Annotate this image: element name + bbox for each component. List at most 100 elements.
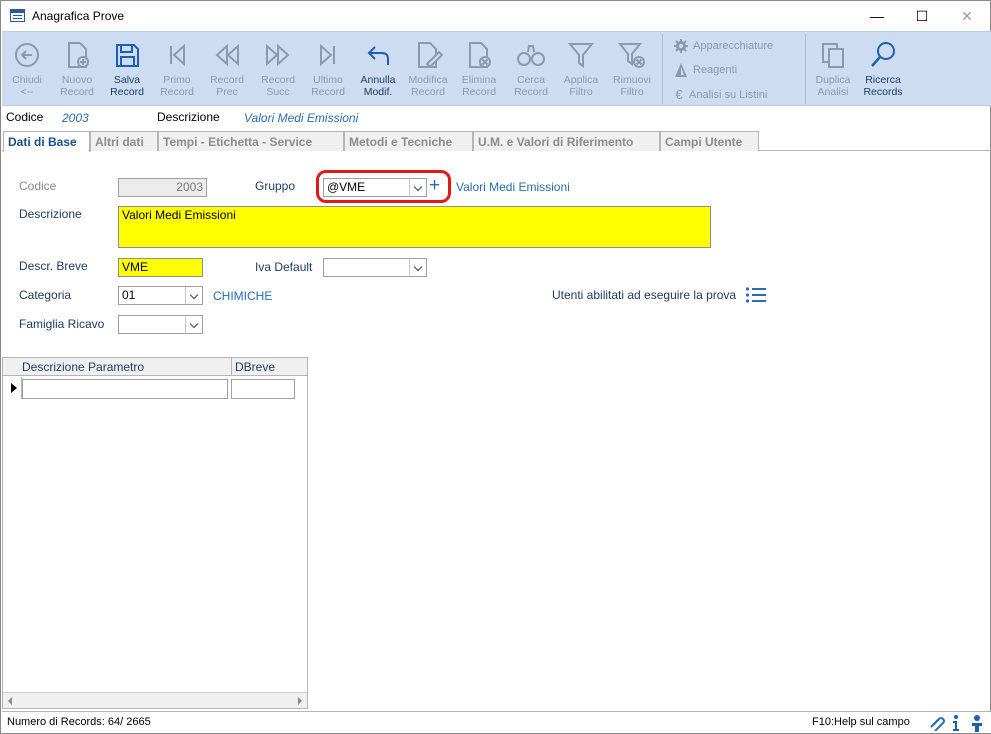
next-record-line1: Record (261, 74, 295, 86)
list-icon[interactable] (745, 286, 767, 304)
prev-record-line2: Prec (216, 86, 238, 98)
form-icon (10, 9, 25, 22)
revenue-family-combo[interactable] (118, 315, 203, 334)
parameter-description-cell[interactable] (22, 379, 228, 399)
euro-icon: € (675, 87, 683, 102)
remove-filter-line2: Filtro (620, 86, 644, 98)
delete-record-button[interactable]: Elimina Record (454, 40, 504, 102)
record-header: Codice 2003 Descrizione Valori Medi Emis… (6, 110, 986, 128)
remove-filter-button[interactable]: Rimuovi Filtro (607, 40, 657, 102)
group-description: Valori Medi Emissioni (456, 180, 570, 194)
binoculars-icon (517, 45, 545, 66)
delete-record-icon (469, 42, 491, 68)
new-record-line1: Nuovo (61, 74, 93, 86)
toolbar-separator (662, 34, 663, 104)
close-back-line2: <-- (20, 86, 34, 98)
chevron-down-icon[interactable] (185, 316, 202, 333)
tab-strip: Dati di Base Altri dati Tempi - Etichett… (2, 131, 991, 152)
category-combo[interactable]: 01 (118, 286, 203, 305)
description-label: Descrizione (19, 207, 82, 221)
records-count: Numero di Records: 64/ 2665 (7, 716, 151, 728)
enabled-users-label[interactable]: Utenti abilitati ad eseguire la prova (552, 288, 736, 302)
first-record-icon (170, 43, 185, 67)
last-record-button[interactable]: Ultimo Record (303, 40, 353, 102)
grid-header: Descrizione Parametro DBreve (3, 358, 307, 376)
duplicate-analysis-button[interactable]: Duplica Analisi (808, 40, 858, 102)
column-header-short[interactable]: DBreve (235, 360, 275, 374)
close-window-button[interactable]: ✕ (944, 1, 990, 31)
vat-default-combo[interactable] (323, 258, 427, 277)
close-back-button[interactable]: Chiudi <-- (2, 40, 52, 102)
info-icon[interactable] (950, 714, 962, 732)
field-help-hint: F10:Help sul campo (812, 716, 910, 728)
tab-metodi-tecniche[interactable]: Metodi e Tecniche (344, 131, 473, 151)
equipment-link[interactable]: Apparecchiature (673, 38, 773, 54)
reagents-label: Reagenti (693, 64, 738, 76)
row-indicator-icon[interactable] (3, 377, 22, 399)
revenue-family-label: Famiglia Ricavo (19, 317, 105, 331)
price-list-analysis-label: Analisi su Listini (689, 88, 768, 101)
app-window: Anagrafica Prove — ☐ ✕ Chiudi <-- Nuovo … (0, 0, 991, 734)
tab-campi-utente[interactable]: Campi Utente (660, 131, 759, 151)
horizontal-scrollbar[interactable] (3, 692, 307, 708)
prev-record-line1: Record (210, 74, 244, 86)
category-description: CHIMICHE (213, 289, 273, 303)
undo-line2: Modif. (363, 86, 393, 98)
search-record-line1: Cerca (516, 74, 545, 86)
search-records-button[interactable]: Ricerca Records (858, 40, 908, 102)
edit-record-line1: Modifica (408, 74, 448, 86)
parameter-short-cell[interactable] (231, 379, 295, 399)
save-record-button[interactable]: Salva Record (102, 40, 152, 102)
edit-record-button[interactable]: Modifica Record (403, 40, 453, 102)
title-bar: Anagrafica Prove — ☐ ✕ (1, 1, 990, 31)
undo-button[interactable]: Annulla Modif. (353, 40, 403, 102)
save-icon (116, 44, 139, 67)
first-record-line2: Record (160, 86, 194, 98)
last-record-line1: Ultimo (313, 74, 343, 86)
tab-um-valori-riferimento[interactable]: U.M. e Valori di Riferimento (473, 131, 660, 151)
minimize-button[interactable]: — (854, 1, 900, 31)
header-description-value: Valori Medi Emissioni (244, 111, 359, 125)
chevron-down-icon[interactable] (185, 287, 202, 304)
delete-record-line2: Record (462, 86, 496, 98)
vat-default-label: Iva Default (255, 260, 313, 274)
scroll-right-icon[interactable] (298, 697, 302, 705)
new-record-line2: Record (60, 86, 94, 98)
toolbar-separator (805, 34, 806, 104)
tab-altri-dati[interactable]: Altri dati (90, 131, 158, 151)
chevron-down-icon[interactable] (409, 259, 426, 276)
prev-record-button[interactable]: Record Prec (202, 40, 252, 102)
save-record-line1: Salva (113, 74, 141, 86)
search-record-line2: Record (514, 86, 548, 98)
scroll-left-icon[interactable] (8, 697, 12, 705)
next-record-button[interactable]: Record Succ (253, 40, 303, 102)
short-description-field[interactable]: VME (118, 258, 203, 277)
reagents-link[interactable]: Reagenti (673, 62, 737, 78)
group-label: Gruppo (255, 179, 296, 193)
maximize-button[interactable]: ☐ (899, 1, 945, 31)
price-list-analysis-link[interactable]: € Analisi su Listini (673, 87, 767, 102)
gear-icon (674, 39, 688, 53)
next-record-icon (266, 43, 290, 67)
delete-record-line1: Elimina (461, 74, 497, 86)
first-record-line1: Primo (163, 74, 191, 86)
duplicate-analysis-line1: Duplica (815, 74, 851, 86)
category-combo-value: 01 (122, 288, 136, 302)
search-record-button[interactable]: Cerca Record (506, 40, 556, 102)
paperclip-icon[interactable] (927, 715, 945, 731)
description-field[interactable]: Valori Medi Emissioni (118, 206, 711, 248)
user-icon[interactable] (969, 714, 985, 732)
first-record-button[interactable]: Primo Record (152, 40, 202, 102)
tab-tempi-etichetta-service[interactable]: Tempi - Etichetta - Service (158, 131, 344, 151)
new-record-icon (68, 42, 89, 68)
column-header-parameter[interactable]: Descrizione Parametro (22, 360, 144, 374)
group-highlight (316, 170, 451, 203)
apply-filter-button[interactable]: Applica Filtro (556, 40, 606, 102)
last-record-line2: Record (311, 86, 345, 98)
tab-dati-di-base[interactable]: Dati di Base (3, 131, 90, 152)
close-back-line1: Chiudi (12, 74, 42, 86)
new-record-button[interactable]: Nuovo Record (52, 40, 102, 102)
search-records-line2: Records (863, 86, 903, 98)
code-label: Codice (19, 179, 57, 193)
short-description-label: Descr. Breve (19, 259, 88, 273)
